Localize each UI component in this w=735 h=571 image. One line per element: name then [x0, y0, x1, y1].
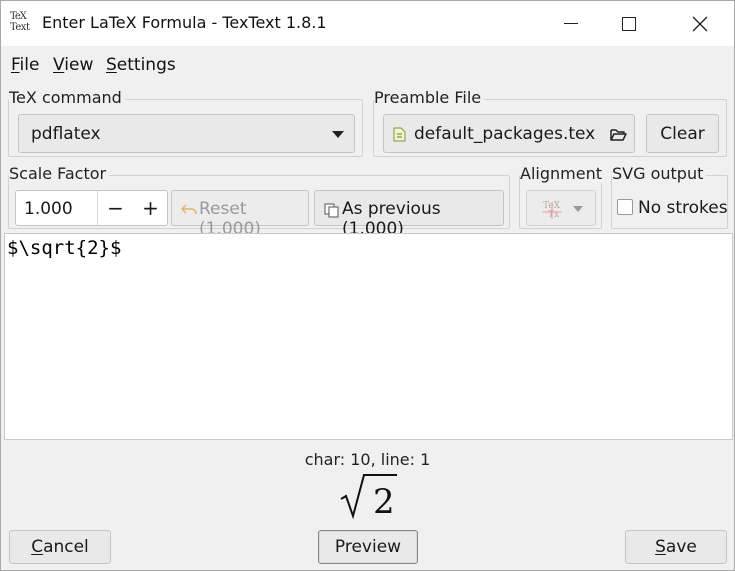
- save-mnemonic: S: [655, 537, 666, 557]
- clear-button[interactable]: Clear: [646, 114, 719, 153]
- preamble-file-button[interactable]: default_packages.tex: [383, 114, 635, 153]
- formula-preview-image: 2: [340, 474, 397, 521]
- menu-file[interactable]: File: [11, 55, 39, 75]
- reset-scale-button[interactable]: Reset (1.000): [171, 190, 309, 239]
- menu-view-label: iew: [64, 55, 94, 75]
- tex-command-label: TeX command: [9, 88, 125, 107]
- menu-settings[interactable]: Settings: [106, 55, 176, 75]
- close-button[interactable]: [677, 1, 723, 46]
- maximize-icon: [622, 16, 636, 31]
- alignment-chevron-down-icon: [573, 206, 583, 212]
- tex-command-select[interactable]: pdflatex: [18, 114, 355, 153]
- menu-settings-label: ettings: [116, 55, 176, 75]
- clear-button-label: Clear: [660, 123, 705, 144]
- preamble-label: Preamble File: [374, 88, 485, 107]
- app-icon-line1: TeX: [10, 11, 27, 22]
- as-previous-button[interactable]: As previous (1.000): [314, 190, 504, 239]
- no-strokes-label[interactable]: No strokes: [638, 198, 728, 218]
- cancel-mnemonic: C: [31, 537, 44, 557]
- menu-view-mnemonic: V: [53, 55, 65, 75]
- cancel-button[interactable]: Cancel: [9, 530, 111, 564]
- menu-bar: File View Settings: [1, 53, 734, 79]
- tex-file-icon: [393, 127, 406, 142]
- minimize-button[interactable]: [548, 1, 594, 46]
- save-label: ave: [665, 537, 697, 557]
- undo-icon: [181, 204, 197, 215]
- scale-factor-stepper: 1.000 − +: [15, 190, 168, 226]
- menu-file-mnemonic: F: [11, 55, 20, 75]
- menu-file-label: ile: [19, 55, 40, 75]
- scale-factor-input[interactable]: 1.000: [24, 199, 73, 219]
- copy-icon: [324, 203, 339, 218]
- app-icon-line2: Text: [10, 22, 30, 33]
- window-title: Enter LaTeX Formula - TexText 1.8.1: [42, 13, 327, 32]
- alignment-icon: TeX Tx: [542, 201, 562, 220]
- maximize-button[interactable]: [606, 1, 652, 46]
- svg-output-label: SVG output: [612, 164, 707, 183]
- alignment-select[interactable]: TeX Tx: [526, 190, 596, 226]
- preview-button[interactable]: Preview: [318, 530, 418, 564]
- preview-label: Preview: [334, 537, 402, 557]
- cancel-label: ancel: [43, 537, 89, 557]
- close-icon: [692, 16, 708, 31]
- save-button[interactable]: Save: [625, 530, 727, 564]
- latex-editor[interactable]: $\sqrt{2}$: [4, 233, 733, 440]
- no-strokes-checkbox[interactable]: [617, 199, 633, 215]
- cursor-position-status: char: 10, line: 1: [304, 450, 431, 469]
- scale-increment-button[interactable]: +: [133, 191, 168, 225]
- menu-settings-mnemonic: S: [106, 55, 117, 75]
- textext-app-icon: TeX Text: [10, 11, 36, 37]
- preamble-filename: default_packages.tex: [414, 124, 596, 144]
- scale-factor-label: Scale Factor: [9, 164, 110, 183]
- editor-content: $\sqrt{2}$: [7, 237, 122, 259]
- alignment-label: Alignment: [520, 164, 605, 183]
- scale-decrement-button[interactable]: −: [98, 191, 133, 225]
- tex-command-value: pdflatex: [31, 124, 101, 144]
- folder-open-icon: [610, 129, 627, 141]
- menu-view[interactable]: View: [53, 55, 93, 75]
- textext-dialog: TeX Text Enter LaTeX Formula - TexText 1…: [0, 0, 735, 571]
- title-bar[interactable]: TeX Text Enter LaTeX Formula - TexText 1…: [1, 1, 734, 46]
- chevron-down-icon: [332, 131, 344, 138]
- formula-preview-digit: 2: [373, 482, 395, 521]
- minimize-icon: [564, 23, 578, 24]
